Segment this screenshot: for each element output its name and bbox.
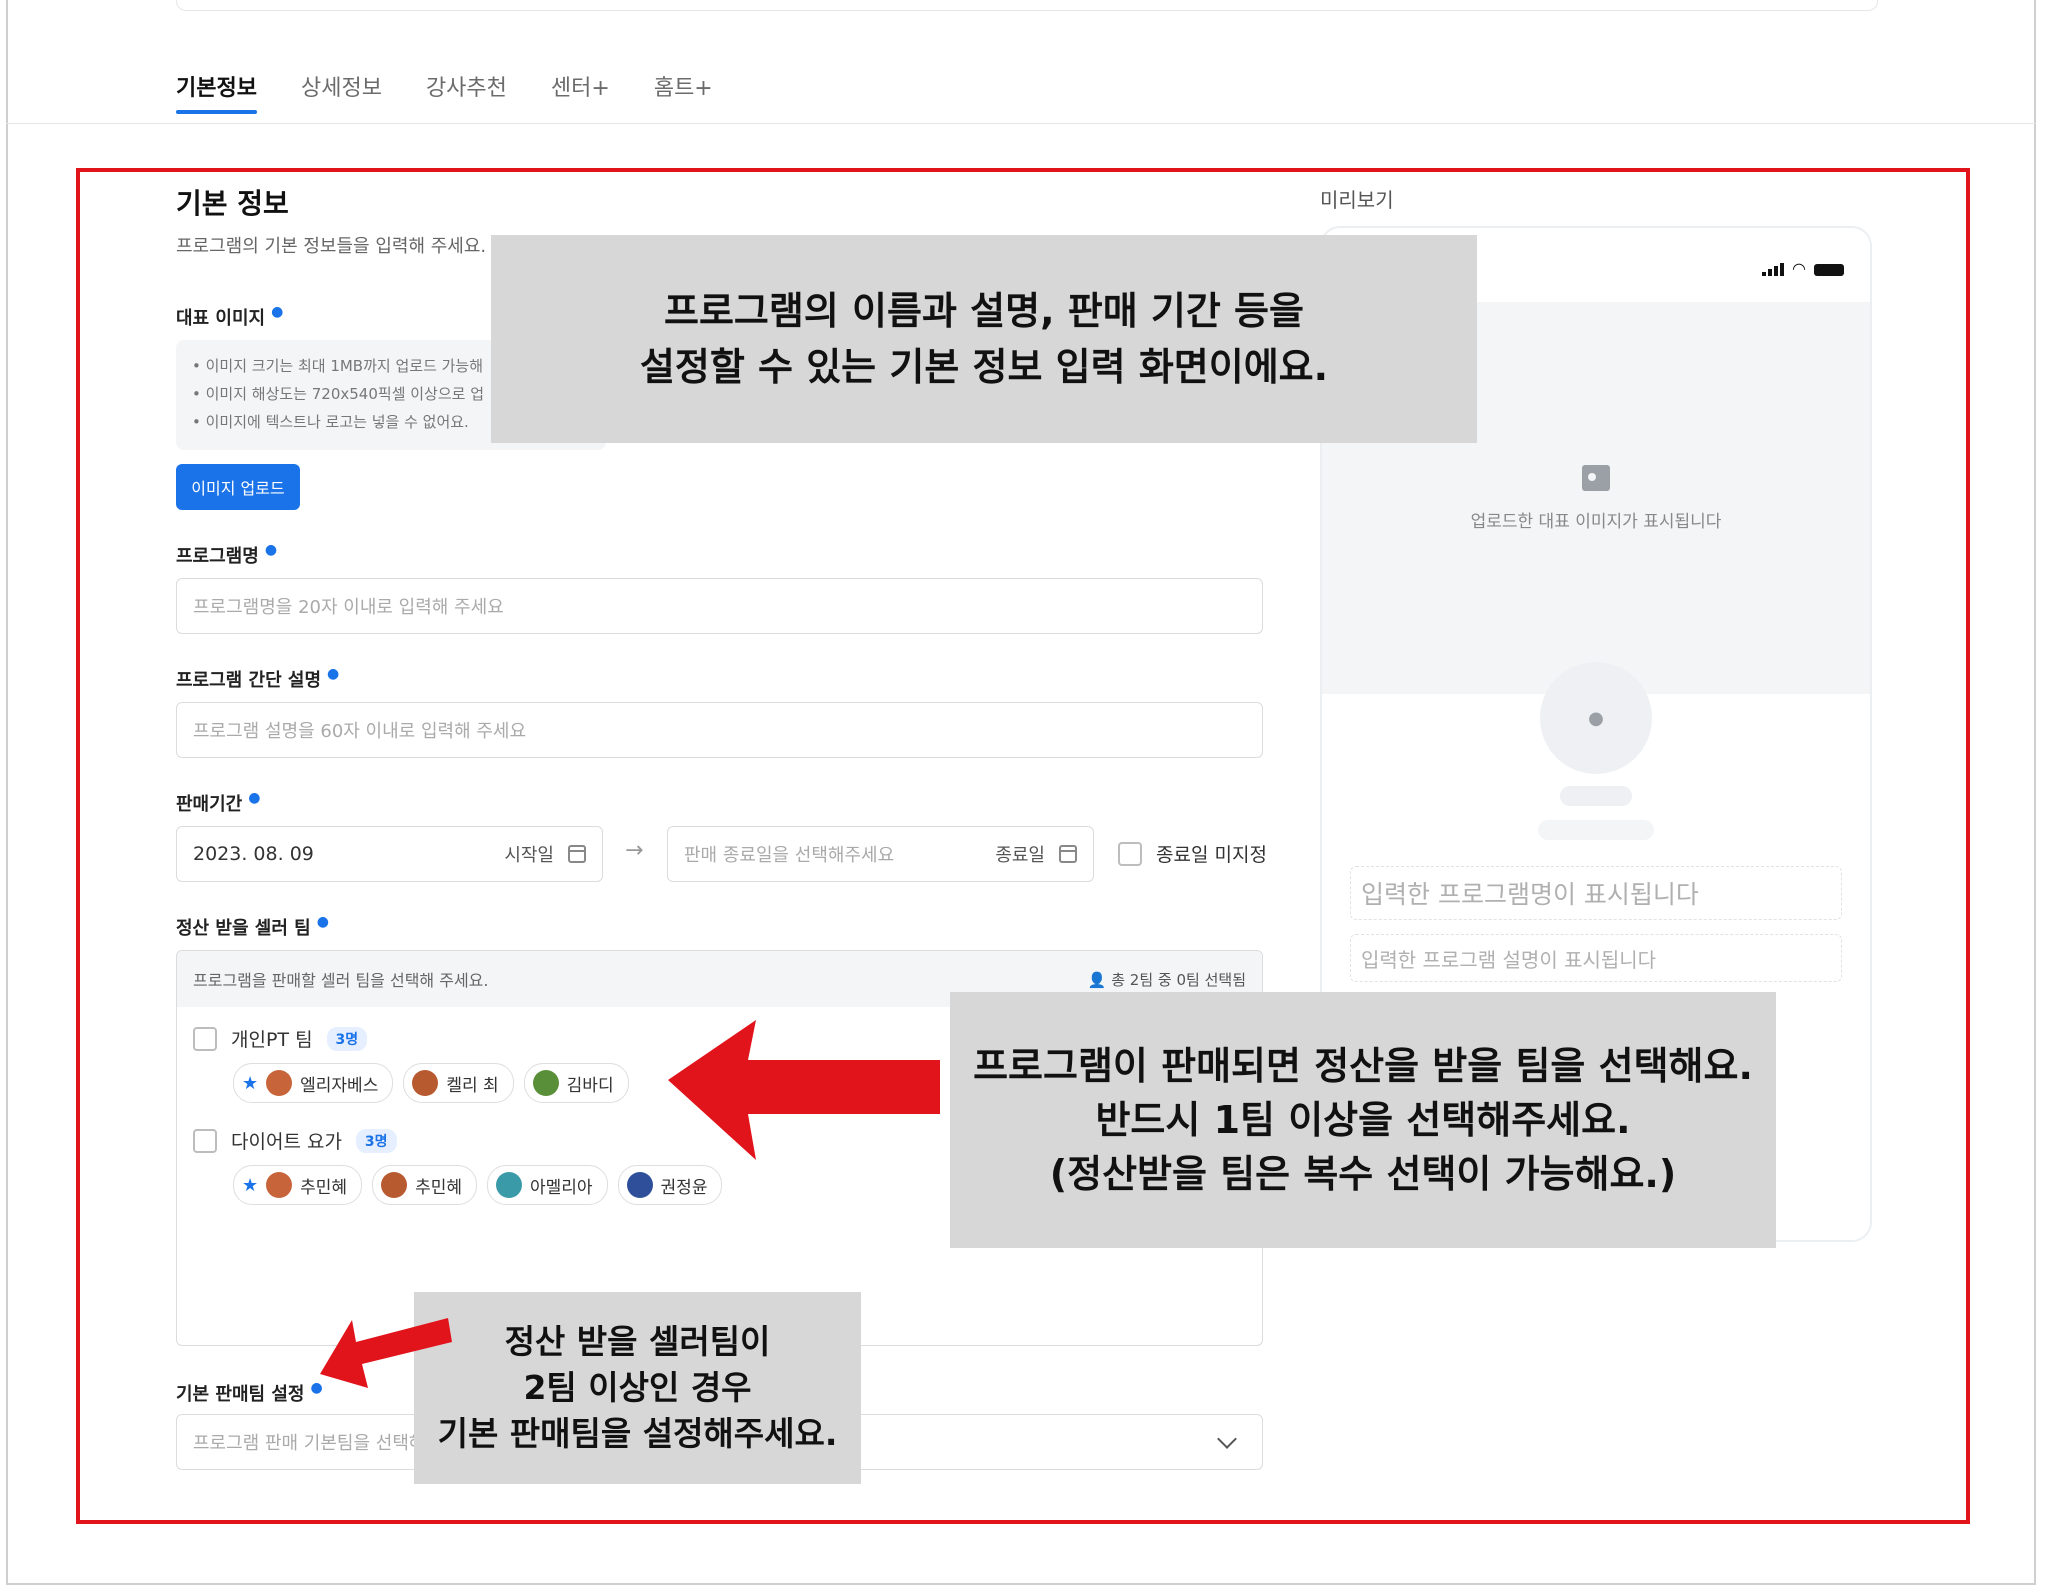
tab-basic-info[interactable]: 기본정보 xyxy=(176,60,257,114)
callout-line: 기본 판매팀을 설정해주세요. xyxy=(437,1414,838,1453)
header-card-edge xyxy=(176,0,1878,11)
tab-instructor-recommend[interactable]: 강사추천 xyxy=(426,60,507,114)
tab-center-plus[interactable]: 센터+ xyxy=(551,60,610,114)
left-arrow-icon xyxy=(320,1318,452,1388)
left-arrow-icon xyxy=(668,1020,940,1160)
callout-line: 프로그램이 판매되면 정산을 받을 팀을 선택해요. xyxy=(973,1044,1753,1088)
tab-home-training-plus[interactable]: 홈트+ xyxy=(654,60,713,114)
tab-bar: 기본정보 상세정보 강사추천 센터+ 홈트+ xyxy=(176,60,713,124)
callout-top: 프로그램의 이름과 설명, 판매 기간 등을 설정할 수 있는 기본 정보 입력… xyxy=(491,235,1477,443)
callout-bottom: 정산 받을 셀러팀이 2팀 이상인 경우 기본 판매팀을 설정해주세요. xyxy=(414,1292,861,1484)
callout-line: 프로그램의 이름과 설명, 판매 기간 등을 xyxy=(664,289,1304,333)
callout-line: 2팀 이상인 경우 xyxy=(523,1368,752,1407)
tabs-divider xyxy=(6,123,2036,124)
callout-line: 정산 받을 셀러팀이 xyxy=(504,1322,771,1361)
tab-detail-info[interactable]: 상세정보 xyxy=(301,60,382,114)
callout-line: (정산받을 팀은 복수 선택이 가능해요.) xyxy=(1049,1152,1677,1196)
callout-line: 반드시 1팀 이상을 선택해주세요. xyxy=(1095,1098,1631,1142)
callout-right: 프로그램이 판매되면 정산을 받을 팀을 선택해요. 반드시 1팀 이상을 선택… xyxy=(950,992,1776,1248)
callout-line: 설정할 수 있는 기본 정보 입력 화면이에요. xyxy=(639,345,1329,389)
